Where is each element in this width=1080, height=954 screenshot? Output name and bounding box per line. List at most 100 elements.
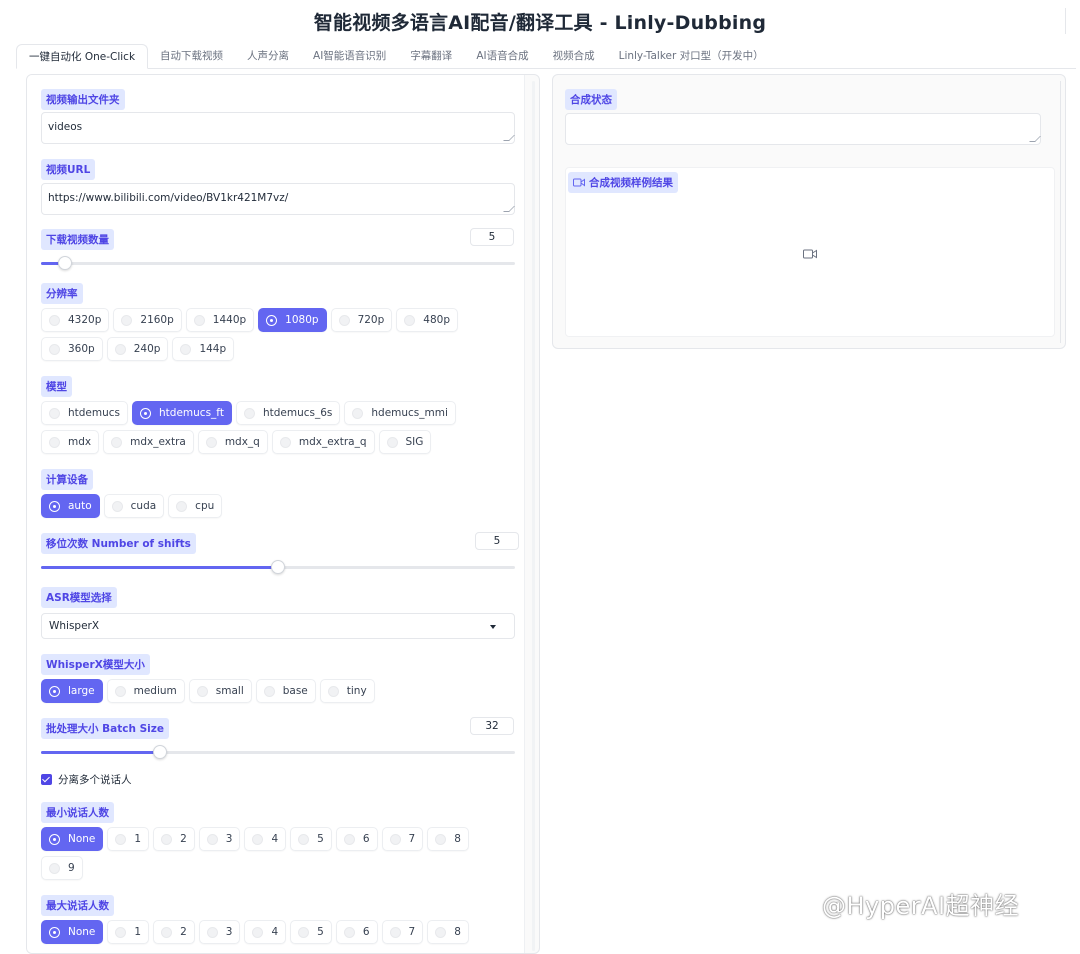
device-option[interactable]: cpu xyxy=(168,494,223,518)
model-option-label: htdemucs xyxy=(68,407,121,419)
resolution-option[interactable]: 144p xyxy=(172,337,235,361)
model-option[interactable]: mdx_extra_q xyxy=(271,430,375,454)
model-option[interactable]: htdemucs_6s xyxy=(235,401,341,425)
title-scrollbar xyxy=(1065,8,1068,34)
device-label: 计算设备 xyxy=(41,469,93,490)
shifts-number[interactable]: 5 xyxy=(475,532,519,550)
diarization-checkbox[interactable] xyxy=(41,774,52,785)
resize-grip-icon[interactable] xyxy=(503,135,515,141)
whisperx-size-option[interactable]: large xyxy=(41,679,103,703)
radio-dot-icon xyxy=(243,407,255,419)
model-option[interactable]: hdemucs_mmi xyxy=(344,401,456,425)
resolution-option[interactable]: 720p xyxy=(330,308,393,332)
tab-one-click[interactable]: 一键自动化 One-Click xyxy=(16,44,149,69)
radio-dot-icon xyxy=(404,314,416,326)
model-option[interactable]: htdemucs xyxy=(41,401,129,425)
radio-dot-icon xyxy=(176,500,188,512)
resolution-option[interactable]: 480p xyxy=(396,308,458,332)
radio-dot-icon xyxy=(50,834,59,844)
output-scrollbar[interactable] xyxy=(1060,81,1061,343)
download-count-number[interactable]: 5 xyxy=(470,228,514,246)
radio-dot-icon xyxy=(279,436,291,448)
radio-dot-icon xyxy=(196,685,208,697)
min-speakers-option-label: 7 xyxy=(408,833,416,845)
resolution-option[interactable]: 4320p xyxy=(41,308,110,332)
min-speakers-option[interactable]: 5 xyxy=(290,827,332,851)
model-option-label: mdx_q xyxy=(224,436,260,448)
max-speakers-option[interactable]: 1 xyxy=(107,920,150,944)
diarization-label: 分离多个说话人 xyxy=(58,774,132,786)
tab-tts[interactable]: AI语音合成 xyxy=(464,44,540,68)
video-url-label: 视频URL xyxy=(41,159,96,180)
tab-translation[interactable]: 字幕翻译 xyxy=(398,44,464,68)
min-speakers-option-label: 2 xyxy=(180,833,187,845)
shifts-slider[interactable] xyxy=(41,560,515,574)
resize-grip-icon[interactable] xyxy=(1029,136,1041,142)
model-option[interactable]: htdemucs_ft xyxy=(132,401,232,425)
min-speakers-option[interactable]: 7 xyxy=(381,827,424,851)
min-speakers-option[interactable]: 4 xyxy=(244,827,287,851)
whisperx-size-option[interactable]: tiny xyxy=(319,679,375,703)
radio-dot-icon xyxy=(49,343,60,355)
min-speakers-row-2: 9 xyxy=(41,856,83,880)
slider-thumb[interactable] xyxy=(57,256,72,270)
min-speakers-option[interactable]: 6 xyxy=(335,827,378,851)
radio-dot-icon xyxy=(206,833,218,845)
min-speakers-option-label: 9 xyxy=(68,862,75,874)
max-speakers-option[interactable]: 5 xyxy=(290,920,332,944)
download-count-slider[interactable] xyxy=(41,256,515,270)
tab-asr[interactable]: AI智能语音识别 xyxy=(301,44,398,68)
device-option[interactable]: cuda xyxy=(103,494,165,518)
resolution-option[interactable]: 1440p xyxy=(185,308,255,332)
min-speakers-option[interactable]: 8 xyxy=(427,827,469,851)
max-speakers-option[interactable]: None xyxy=(41,920,104,944)
asr-model-dropdown[interactable]: WhisperX xyxy=(41,613,515,639)
model-option[interactable]: mdx_extra xyxy=(103,430,194,454)
model-option-label: SIG xyxy=(405,436,424,448)
output-folder-input[interactable]: videos xyxy=(41,112,515,144)
radio-dot-icon xyxy=(49,436,60,448)
batch-size-number[interactable]: 32 xyxy=(470,717,514,735)
whisperx-size-option[interactable]: medium xyxy=(106,679,185,703)
max-speakers-option[interactable]: 8 xyxy=(427,920,469,944)
resolution-option[interactable]: 2160p xyxy=(113,308,182,332)
radio-dot-icon xyxy=(115,926,127,938)
slider-thumb[interactable] xyxy=(152,745,167,759)
model-row-2: mdx mdx_extra mdx_q mdx_extra_q SIG xyxy=(41,430,432,454)
radio-dot-icon xyxy=(435,926,447,938)
tab-vocal-separation[interactable]: 人声分离 xyxy=(235,44,301,68)
batch-size-slider[interactable] xyxy=(41,745,515,759)
min-speakers-option[interactable]: None xyxy=(41,827,104,851)
model-option[interactable]: SIG xyxy=(378,430,432,454)
radio-dot-icon xyxy=(49,862,60,874)
min-speakers-option[interactable]: 2 xyxy=(153,827,195,851)
model-option[interactable]: mdx_q xyxy=(197,430,268,454)
tab-download[interactable]: 自动下载视频 xyxy=(148,44,235,68)
resolution-option[interactable]: 240p xyxy=(106,337,169,361)
diarization-option[interactable]: 分离多个说话人 xyxy=(41,772,132,787)
max-speakers-option[interactable]: 4 xyxy=(244,920,287,944)
whisperx-size-option[interactable]: small xyxy=(188,679,252,703)
resolution-option[interactable]: 1080p xyxy=(258,308,327,332)
status-output[interactable] xyxy=(565,113,1041,145)
resolution-option[interactable]: 360p xyxy=(41,337,103,361)
whisperx-size-option[interactable]: base xyxy=(255,679,316,703)
radio-dot-icon xyxy=(389,926,401,938)
tab-video-synthesis[interactable]: 视频合成 xyxy=(541,44,607,68)
tab-linly-talker[interactable]: Linly-Talker 对口型（开发中） xyxy=(607,44,776,68)
device-option[interactable]: auto xyxy=(41,494,100,518)
min-speakers-option[interactable]: 9 xyxy=(41,856,83,880)
max-speakers-option[interactable]: 7 xyxy=(381,920,424,944)
max-speakers-option[interactable]: 6 xyxy=(335,920,378,944)
max-speakers-option-label: 1 xyxy=(134,926,142,938)
model-option[interactable]: mdx xyxy=(41,430,100,454)
slider-thumb[interactable] xyxy=(271,560,285,574)
settings-scrollbar[interactable] xyxy=(532,81,535,951)
resize-grip-icon[interactable] xyxy=(503,206,515,212)
max-speakers-option[interactable]: 3 xyxy=(198,920,241,944)
video-url-input[interactable]: https://www.bilibili.com/video/BV1kr421M… xyxy=(41,183,515,215)
max-speakers-option[interactable]: 2 xyxy=(153,920,195,944)
max-speakers-option-label: None xyxy=(68,926,96,938)
min-speakers-option[interactable]: 3 xyxy=(198,827,241,851)
min-speakers-option[interactable]: 1 xyxy=(107,827,150,851)
